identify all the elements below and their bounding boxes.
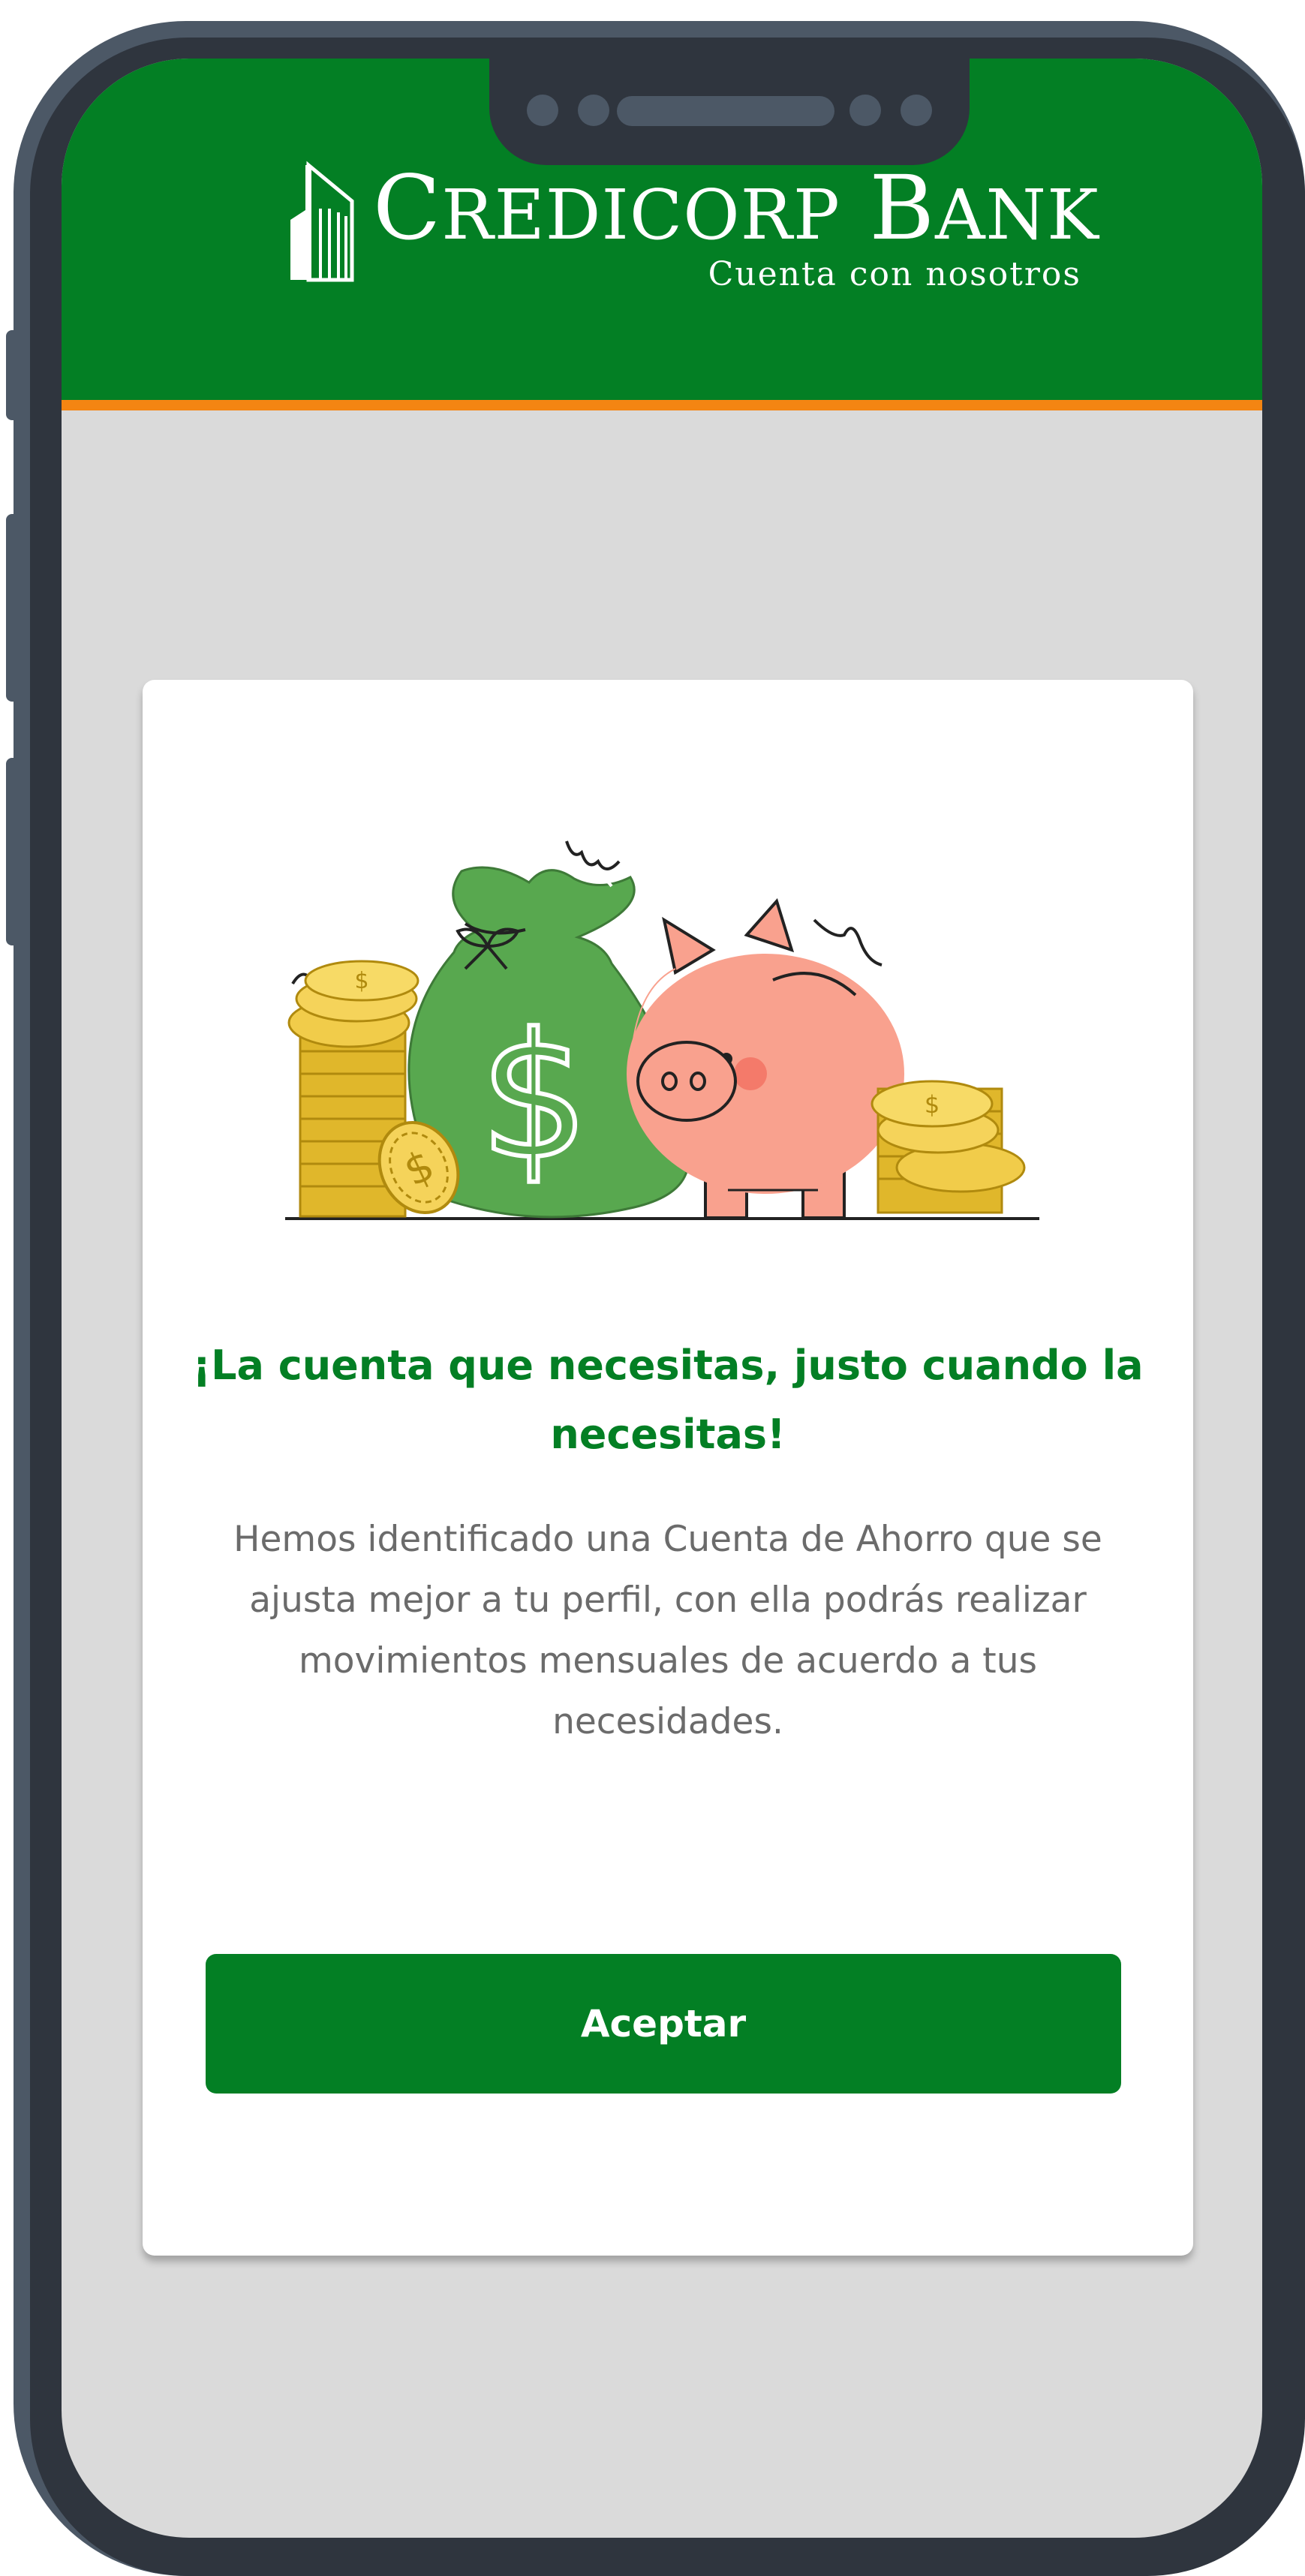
modal-title: ¡La cuenta que necesitas, justo cuando l… — [192, 1342, 1144, 1458]
brand-name: CREDICORP BANK — [373, 164, 1099, 252]
accept-button[interactable]: Aceptar — [206, 1954, 1121, 2094]
phone-side-button — [6, 330, 20, 420]
sensor-dot-icon — [527, 95, 558, 126]
savings-offer-modal: $ $ $ $ ¡La cuenta que necesitas, justo … — [143, 680, 1193, 2256]
building-logo-icon — [290, 161, 354, 282]
phone-screen: CREDICORP BANK Cuenta con nosotros $ $ $… — [62, 59, 1262, 2538]
credicorp-bank-logo: CREDICORP BANK Cuenta con nosotros — [283, 156, 1108, 306]
svg-text:$: $ — [925, 1090, 940, 1119]
phone-notch — [489, 59, 970, 165]
camera-icon — [901, 95, 932, 126]
brand-tagline: Cuenta con nosotros — [708, 255, 1081, 293]
header-accent-stripe — [62, 400, 1262, 410]
squiggle-decoration — [565, 840, 621, 870]
sensor-dot-icon — [578, 95, 609, 126]
savings-illustration: $ $ $ $ — [285, 840, 1039, 1220]
phone-volume-up-button — [6, 514, 20, 702]
brand-name-part-1: REDICORP — [441, 175, 840, 255]
brand-name-part-2: ANK — [935, 175, 1099, 255]
dollar-sign-icon: $ — [480, 997, 589, 1198]
modal-description: Hemos identificado una Cuenta de Ahorro … — [233, 1519, 1102, 1742]
coin-stack-icon: $ — [871, 1080, 1026, 1214]
sensor-dot-icon — [849, 95, 881, 126]
squiggle-decoration — [813, 918, 883, 966]
speaker-grille — [617, 96, 834, 126]
svg-text:$: $ — [354, 968, 368, 994]
brand-name-cap-1: C — [373, 156, 442, 260]
brand-name-cap-2: B — [869, 156, 936, 260]
phone-volume-down-button — [6, 758, 20, 945]
